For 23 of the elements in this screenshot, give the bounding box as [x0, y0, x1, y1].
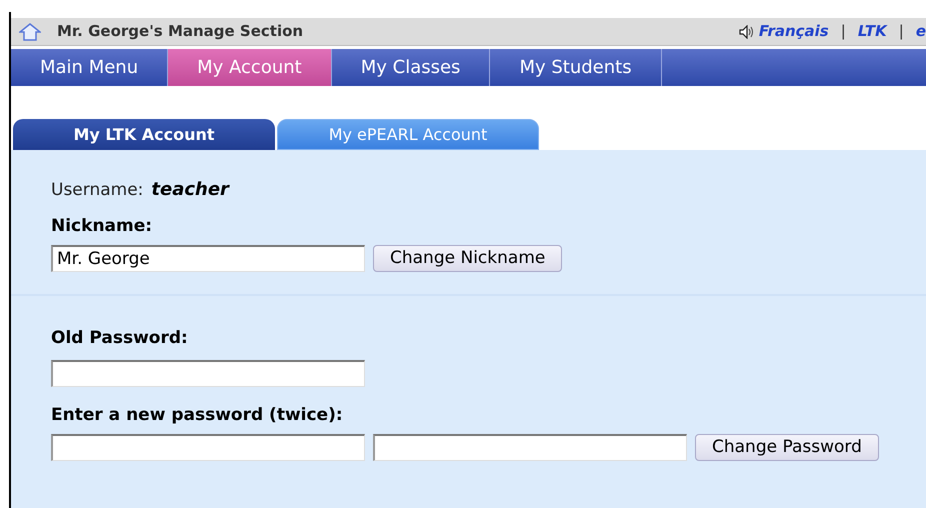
- language-link[interactable]: Français: [758, 20, 829, 43]
- separator: |: [898, 21, 904, 42]
- nav-tab[interactable]: My Classes: [332, 49, 490, 86]
- account-tab[interactable]: My ePEARL Account: [277, 119, 539, 150]
- username-label: Username:: [51, 179, 144, 202]
- separator: |: [840, 21, 846, 42]
- input-field[interactable]: Mr. George: [51, 245, 365, 272]
- old-password-label: Old Password:: [51, 327, 189, 350]
- input-field[interactable]: [51, 360, 365, 386]
- new-password-label: Enter a new password (twice):: [51, 404, 344, 426]
- language-link[interactable]: e: [916, 20, 926, 43]
- home-icon[interactable]: [19, 22, 41, 40]
- nav-tab[interactable]: My Students: [490, 49, 662, 86]
- username-value: teacher: [151, 178, 229, 202]
- input-field[interactable]: [51, 434, 365, 461]
- account-tab[interactable]: My LTK Account: [13, 119, 275, 150]
- change-button[interactable]: Change Password: [695, 434, 879, 461]
- page-title: Mr. George's Manage Section: [57, 21, 304, 42]
- input-field[interactable]: [373, 434, 687, 461]
- change-button[interactable]: Change Nickname: [373, 245, 562, 272]
- language-link[interactable]: LTK: [858, 20, 887, 43]
- nickname-label: Nickname:: [51, 214, 154, 238]
- nav-tab[interactable]: My Account: [168, 49, 332, 86]
